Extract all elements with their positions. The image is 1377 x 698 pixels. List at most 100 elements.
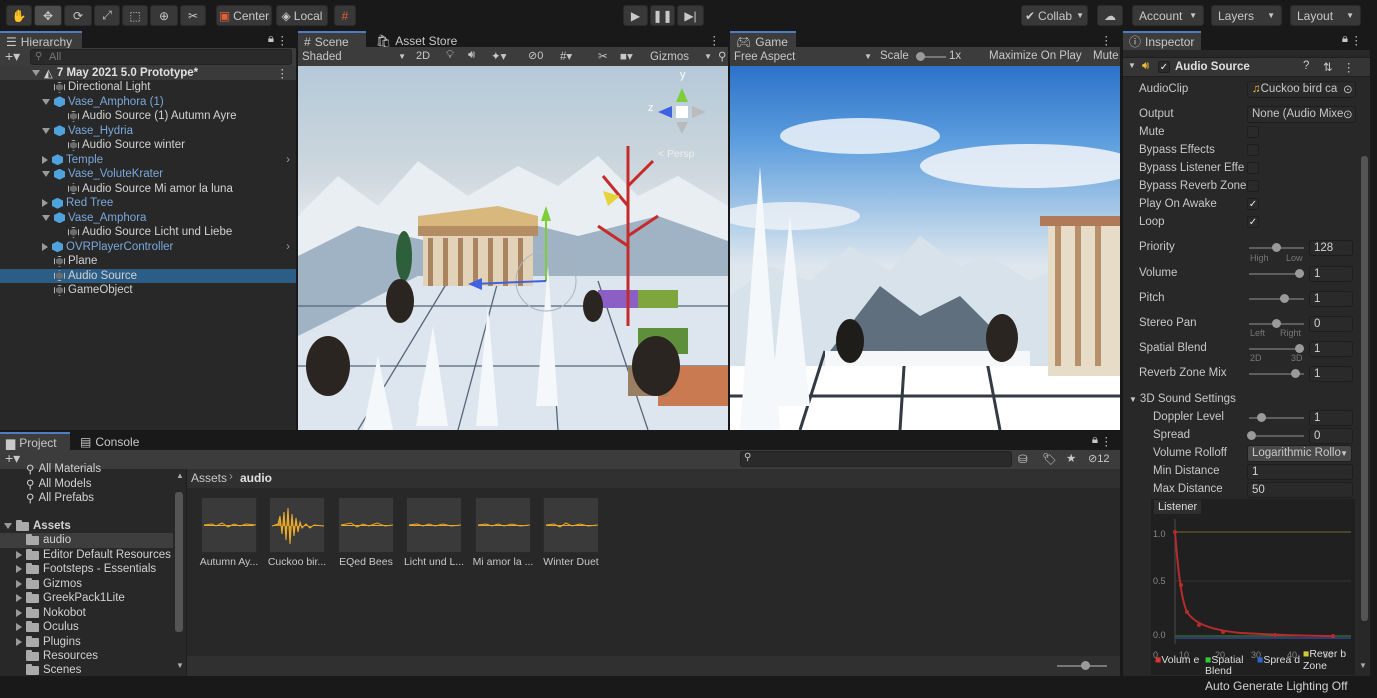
hidden-objects-counter[interactable]: ⊘0	[528, 49, 543, 62]
layout-dropdown[interactable]: Layout ▼	[1290, 5, 1361, 26]
hierarchy-item[interactable]: Audio Source Licht und Liebe	[0, 225, 296, 240]
rotate-tool-button[interactable]: ⟳	[64, 5, 92, 26]
inspector-scrollbar[interactable]	[1361, 156, 1368, 621]
preset-icon[interactable]: ⇅	[1323, 60, 1333, 74]
hierarchy-item[interactable]: Temple ›	[0, 153, 296, 168]
folder-item[interactable]: Oculus	[0, 620, 173, 635]
output-field[interactable]: None (Audio Mixe	[1247, 106, 1356, 123]
spread-slider[interactable]	[1247, 431, 1304, 440]
scroll-up-arrow[interactable]: ▲	[176, 471, 184, 480]
add-object-button[interactable]: +▾	[5, 48, 20, 65]
audio-icon[interactable]: 🔊︎	[468, 49, 475, 62]
hierarchy-item[interactable]: Audio Source Mi amor la luna	[0, 182, 296, 197]
filter-type-icon[interactable]: ⛁	[1018, 452, 1028, 466]
slider-knob[interactable]	[1291, 369, 1300, 378]
folder-item[interactable]: Scenes	[0, 663, 173, 678]
layers-dropdown[interactable]: Layers ▼	[1211, 5, 1282, 26]
lighting-icon[interactable]: 💡︎	[446, 49, 454, 62]
hierarchy-item[interactable]: Audio Source (1) Autumn Ayre	[0, 109, 296, 124]
breadcrumb-audio[interactable]: audio	[240, 471, 272, 485]
scale-tool-button[interactable]: ⤢	[94, 5, 120, 26]
hierarchy-item[interactable]: Plane	[0, 254, 296, 269]
scroll-down-arrow[interactable]: ▼	[176, 661, 184, 670]
slider-knob[interactable]	[1280, 294, 1289, 303]
stereo-pan-slider[interactable]	[1249, 319, 1304, 328]
scene-root-row[interactable]: ◭ 7 May 2021 5.0 Prototype* ⋮	[0, 65, 296, 80]
pause-button[interactable]: ❚❚	[650, 5, 675, 26]
transform-tool-button[interactable]: ⊕	[150, 5, 178, 26]
tab-console[interactable]: ▤ Console	[74, 432, 148, 451]
grid-toggle-icon[interactable]: #▾	[560, 49, 572, 63]
2d-toggle[interactable]: 2D	[416, 50, 430, 62]
audio-clip-thumbnail[interactable]	[475, 497, 531, 553]
hierarchy-item[interactable]: Vase_Hydria	[0, 124, 296, 139]
favorite-all-materials[interactable]: ⚲ All Materials	[0, 463, 173, 475]
shading-mode-dropdown[interactable]: Shaded ▼	[302, 47, 406, 66]
lock-icon[interactable]: 🔒︎	[1092, 434, 1098, 447]
folder-item[interactable]: Plugins	[0, 635, 173, 650]
scale-slider[interactable]	[916, 52, 946, 61]
label-tag-icon[interactable]: 🏷︎	[1042, 452, 1057, 466]
hierarchy-search-input[interactable]: ⚲ All	[30, 49, 292, 65]
hierarchy-item-selected[interactable]: Audio Source	[0, 268, 296, 283]
volume-rolloff-dropdown[interactable]: Logarithmic Rollo ▼	[1247, 445, 1352, 462]
bypass-reverb-checkbox[interactable]	[1247, 180, 1259, 192]
stereo-pan-input[interactable]: 0	[1309, 316, 1353, 332]
hierarchy-item[interactable]: Vase_VoluteKrater	[0, 167, 296, 182]
effects-icon[interactable]: ✦▾	[491, 49, 506, 63]
lock-icon[interactable]: 🔒︎	[1342, 33, 1348, 46]
more-icon[interactable]: ⋮	[1101, 434, 1113, 448]
spread-input[interactable]: 0	[1309, 428, 1353, 444]
tab-inspector[interactable]: ⓘ Inspector	[1123, 31, 1201, 50]
slider-knob[interactable]	[1272, 243, 1281, 252]
audioclip-field[interactable]: ♫Cuckoo bird ca	[1247, 81, 1356, 98]
camera-icon[interactable]: ■▾	[620, 49, 633, 63]
lock-icon[interactable]: 🔒︎	[268, 33, 274, 46]
mute-audio-toggle[interactable]: Mute	[1093, 50, 1119, 62]
folder-item[interactable]: GreekPack1Lite	[0, 591, 173, 606]
aspect-dropdown[interactable]: Free Aspect ▼	[734, 47, 872, 66]
more-icon[interactable]: ⋮	[709, 33, 721, 47]
priority-input[interactable]: 128	[1309, 240, 1353, 256]
folder-audio[interactable]: audio	[0, 533, 173, 548]
audio-clip-thumbnail[interactable]	[269, 497, 325, 553]
reverb-mix-slider[interactable]	[1249, 369, 1304, 378]
object-picker-icon[interactable]: ⊙	[1343, 82, 1353, 96]
hand-tool-button[interactable]: ✋	[6, 5, 32, 26]
hidden-packages-counter[interactable]: ⊘12	[1088, 452, 1109, 465]
play-on-awake-checkbox[interactable]: ✓	[1247, 198, 1259, 210]
slider-knob[interactable]	[1295, 269, 1304, 278]
tab-project[interactable]: ▆ Project	[0, 432, 70, 451]
volume-input[interactable]: 1	[1309, 266, 1353, 282]
account-dropdown[interactable]: Account ▼	[1132, 5, 1204, 26]
chevron-right-icon[interactable]: ›	[286, 241, 290, 253]
project-search-input[interactable]: ⚲	[740, 451, 1012, 467]
breadcrumb-assets[interactable]: Assets	[191, 471, 227, 485]
component-header[interactable]: ▼ 🔊︎ ✓ Audio Source ? ⇅ ⋮	[1123, 57, 1370, 77]
more-icon[interactable]: ⋮	[277, 66, 289, 80]
pivot-local-button[interactable]: ◈ Local	[276, 5, 328, 26]
priority-slider[interactable]	[1249, 243, 1304, 252]
scroll-down-arrow[interactable]: ▼	[1359, 661, 1367, 670]
custom-tool-button[interactable]: ✂	[180, 5, 206, 26]
slider-knob[interactable]	[1247, 431, 1256, 440]
search-icon[interactable]: ⚲	[718, 49, 726, 63]
pivot-center-button[interactable]: ▣ Center	[216, 5, 272, 26]
3d-sound-settings-foldout[interactable]: ▼ 3D Sound Settings	[1129, 393, 1236, 405]
slider-knob[interactable]	[1257, 413, 1266, 422]
max-distance-input[interactable]: 50	[1247, 482, 1353, 498]
folder-item[interactable]: Footsteps - Essentials	[0, 562, 173, 577]
folder-item[interactable]: Editor Default Resources	[0, 548, 173, 563]
move-tool-button[interactable]: ✥	[34, 5, 62, 26]
audio-clip-thumbnail[interactable]	[338, 497, 394, 553]
slider-knob[interactable]	[1295, 344, 1304, 353]
bypass-listener-checkbox[interactable]	[1247, 162, 1259, 174]
folder-item[interactable]: Gizmos	[0, 577, 173, 592]
collab-dropdown[interactable]: ✔ Collab ▼	[1021, 5, 1088, 26]
mute-checkbox[interactable]	[1247, 126, 1259, 138]
hierarchy-item[interactable]: Directional Light	[0, 80, 296, 95]
rect-tool-button[interactable]: ⬚	[122, 5, 148, 26]
doppler-input[interactable]: 1	[1309, 410, 1353, 426]
audio-clip-thumbnail[interactable]	[543, 497, 599, 553]
spatial-blend-slider[interactable]	[1249, 344, 1304, 353]
